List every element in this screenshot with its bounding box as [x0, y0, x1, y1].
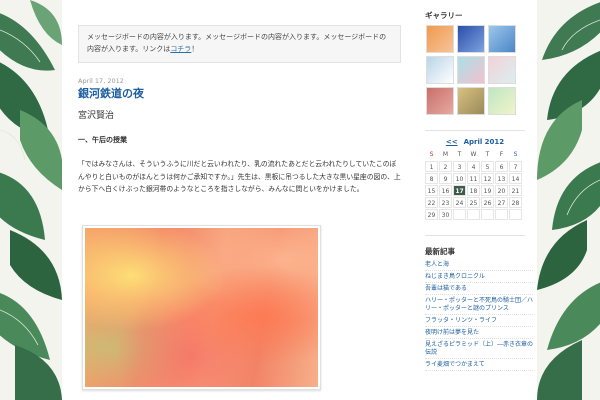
calendar-empty-cell	[509, 209, 522, 220]
calendar-day[interactable]: 10	[453, 173, 466, 184]
calendar-day[interactable]: 21	[509, 185, 522, 196]
leaf-wallpaper-left	[0, 0, 62, 400]
calendar-weekday: F	[499, 151, 504, 158]
recent-post-link[interactable]: ハリー・ポッターと不死鳥の騎士団／ハリー・ポッターと謎のプリンス	[425, 295, 533, 315]
gallery-thumbnail[interactable]	[457, 25, 485, 53]
calendar-day[interactable]: 28	[509, 197, 522, 208]
calendar-day[interactable]: 8	[425, 173, 438, 184]
calendar-day[interactable]: 29	[425, 209, 438, 220]
calendar-day[interactable]: 5	[481, 161, 494, 172]
calendar-day[interactable]: 25	[467, 197, 480, 208]
calendar-day[interactable]: 20	[495, 185, 508, 196]
calendar-day[interactable]: 30	[439, 209, 452, 220]
calendar-day[interactable]: 15	[425, 185, 438, 196]
calendar-empty-cell	[453, 209, 466, 220]
recent-post-link[interactable]: 夜明け前は夢を見た	[425, 327, 533, 339]
leaf-pattern-right	[537, 2, 600, 400]
calendar-day[interactable]: 14	[509, 173, 522, 184]
calendar-day[interactable]: 11	[467, 173, 480, 184]
calendar-empty-cell	[495, 209, 508, 220]
calendar-day[interactable]: 23	[439, 197, 452, 208]
calendar-day[interactable]: 26	[481, 197, 494, 208]
calendar-day[interactable]: 1	[425, 161, 438, 172]
calendar-month: April 2012	[463, 138, 505, 146]
post-date: April 17, 2012	[78, 77, 124, 85]
calendar-header: << April 2012	[425, 138, 525, 146]
calendar-day[interactable]: 2	[439, 161, 452, 172]
gallery-thumbnail[interactable]	[426, 87, 454, 115]
calendar-grid: S M T W T F S 1 2 3 4 5 6 7 8 9 10 11 12 13 14 15 16 17 18 19 20 21…	[425, 150, 526, 220]
calendar-day[interactable]: 13	[495, 173, 508, 184]
gallery-thumbnail[interactable]	[426, 56, 454, 84]
gallery-grid	[426, 25, 521, 115]
calendar-prev-link[interactable]: <<	[446, 138, 458, 146]
message-board-text: メッセージボードの内容が入ります。メッセージボードの内容が入ります。メッセージボ…	[87, 33, 387, 53]
gallery-thumbnail[interactable]	[488, 87, 516, 115]
calendar-weekday: T	[485, 151, 490, 158]
recent-post-link[interactable]: 吾輩は猫である	[425, 283, 533, 295]
calendar-day[interactable]: 7	[509, 161, 522, 172]
calendar-empty-cell	[467, 209, 480, 220]
calendar-day[interactable]: 12	[481, 173, 494, 184]
calendar-day[interactable]: 9	[439, 173, 452, 184]
page-content: メッセージボードの内容が入ります。メッセージボードの内容が入ります。メッセージボ…	[62, 0, 537, 400]
post-image	[82, 225, 321, 390]
post-title[interactable]: 銀河鉄道の夜	[78, 85, 144, 101]
post-body: 「ではみなさんは、そういうふうに川だと云いわれたり、乳の流れたあとだと云われたり…	[78, 160, 401, 193]
calendar-day[interactable]: 19	[481, 185, 494, 196]
gallery-thumbnail[interactable]	[488, 56, 516, 84]
calendar-day[interactable]: 22	[425, 197, 438, 208]
calendar-day[interactable]: 24	[453, 197, 466, 208]
gallery-heading: ギャラリー	[425, 11, 463, 20]
calendar-empty-cell	[481, 209, 494, 220]
calendar-day[interactable]: 16	[439, 185, 452, 196]
abstract-painting	[85, 228, 318, 387]
recent-posts-heading: 最新記事	[425, 247, 455, 256]
calendar-weekday: S	[429, 151, 434, 158]
gallery-thumbnail[interactable]	[488, 25, 516, 53]
calendar-weekday: M	[442, 151, 449, 158]
divider	[425, 130, 525, 131]
message-board: メッセージボードの内容が入ります。メッセージボードの内容が入ります。メッセージボ…	[78, 25, 401, 63]
message-board-suffix: ！	[191, 45, 199, 53]
message-board-link[interactable]: コチラ	[170, 45, 191, 53]
recent-post-link[interactable]: 見えざるピラミッド（上）―赤き衣章の伝説	[425, 339, 533, 359]
post-section-heading: 一、午后の授業	[78, 136, 127, 144]
calendar-weekday: S	[513, 151, 518, 158]
post-author: 宮沢賢治	[78, 111, 115, 121]
calendar-day[interactable]: 27	[495, 197, 508, 208]
calendar-weekday: W	[470, 151, 477, 158]
recent-post-link[interactable]: ライ麦畑でつかまえて	[425, 359, 533, 371]
leaf-pattern-left	[0, 0, 62, 400]
recent-post-link[interactable]: フラッタ・リンツ・ライフ	[425, 315, 533, 327]
calendar-day[interactable]: 17	[453, 185, 466, 196]
gallery-thumbnail[interactable]	[457, 87, 485, 115]
calendar-day[interactable]: 4	[467, 161, 480, 172]
calendar-day[interactable]: 18	[467, 185, 480, 196]
leaf-wallpaper-right	[537, 0, 600, 400]
calendar-weekday: T	[457, 151, 462, 158]
recent-posts-list: 老人と海 ねじまき鳥クロニクル 吾輩は猫である ハリー・ポッターと不死鳥の騎士団／ハリ…	[425, 259, 533, 371]
divider	[425, 235, 525, 236]
gallery-thumbnail[interactable]	[426, 25, 454, 53]
gallery-thumbnail[interactable]	[457, 56, 485, 84]
recent-post-link[interactable]: ねじまき鳥クロニクル	[425, 271, 533, 283]
calendar-day[interactable]: 3	[453, 161, 466, 172]
recent-post-link[interactable]: 老人と海	[425, 259, 533, 271]
calendar-day[interactable]: 6	[495, 161, 508, 172]
